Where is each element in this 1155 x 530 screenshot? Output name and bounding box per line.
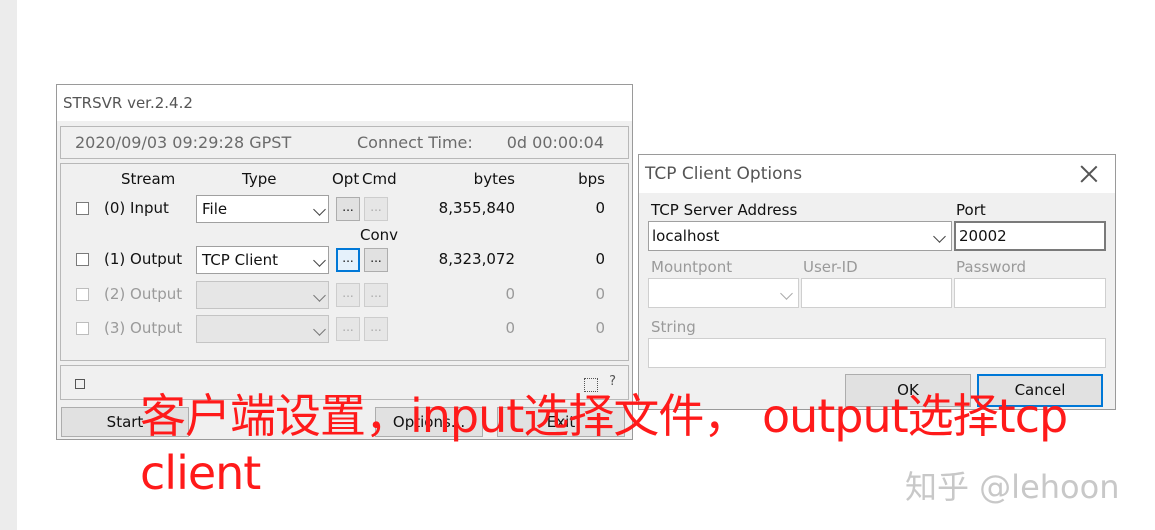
connect-time-label: Connect Time:: [357, 133, 473, 152]
stream-row-1: (1) Output TCP Client ... ... 8,323,072 …: [61, 245, 628, 275]
stream-checkbox-3[interactable]: [76, 322, 89, 335]
status-indicator-icon: [75, 379, 85, 389]
chevron-down-icon: [313, 289, 326, 302]
close-icon[interactable]: [1079, 163, 1099, 183]
cmd-button-0[interactable]: ...: [364, 197, 388, 221]
bytes-value-3: 0: [505, 319, 515, 337]
header-type: Type: [242, 170, 277, 188]
stream-checkbox-2[interactable]: [76, 288, 89, 301]
chevron-down-icon: [313, 254, 326, 267]
strsvr-title: STRSVR ver.2.4.2: [57, 85, 632, 121]
help-icon[interactable]: ?: [609, 374, 616, 389]
tcp-dialog-title: TCP Client Options: [639, 155, 1115, 193]
watermark: 知乎 @lehoon: [905, 468, 1120, 506]
mountpoint-combo[interactable]: [648, 278, 799, 308]
opt-button-3[interactable]: ...: [336, 317, 360, 341]
bps-value-0: 0: [595, 199, 605, 217]
header-bytes: bytes: [473, 170, 515, 188]
header-stream: Stream: [121, 170, 176, 188]
cmd-button-2[interactable]: ...: [364, 283, 388, 307]
password-label: Password: [956, 258, 1027, 276]
bps-value-1: 0: [595, 250, 605, 268]
tcp-client-options-dialog: TCP Client Options TCP Server Address Po…: [638, 154, 1116, 410]
left-edge-strip: [0, 0, 17, 530]
chevron-down-icon: [780, 287, 793, 300]
stream-type-value-0: File: [202, 200, 228, 218]
string-label: String: [651, 318, 696, 336]
string-field[interactable]: [648, 338, 1106, 368]
chevron-down-icon: [313, 203, 326, 216]
conv-label: Conv: [360, 226, 399, 244]
stream-type-value-1: TCP Client: [202, 251, 278, 269]
connect-time-value: 0d 00:00:04: [506, 133, 604, 152]
port-field[interactable]: 20002: [954, 221, 1106, 251]
password-field[interactable]: [954, 278, 1106, 308]
stream-type-select-2[interactable]: [196, 281, 329, 309]
chevron-down-icon: [313, 323, 326, 336]
cmd-button-3[interactable]: ...: [364, 317, 388, 341]
stream-type-select-3[interactable]: [196, 315, 329, 343]
strsvr-window: STRSVR ver.2.4.2 2020/09/03 09:29:28 GPS…: [56, 84, 633, 440]
opt-button-0[interactable]: ...: [336, 197, 360, 221]
bytes-value-0: 8,355,840: [438, 199, 515, 217]
header-bps: bps: [578, 170, 605, 188]
time-status-bar: 2020/09/03 09:29:28 GPST Connect Time: 0…: [60, 126, 629, 159]
port-label: Port: [956, 201, 986, 219]
userid-label: User-ID: [803, 258, 858, 276]
conv-button-1[interactable]: ...: [364, 248, 388, 272]
bps-value-3: 0: [595, 319, 605, 337]
header-opt: Opt: [332, 170, 360, 188]
header-cmd: Cmd: [362, 170, 397, 188]
stream-label-2: (2) Output: [104, 285, 183, 303]
userid-field[interactable]: [801, 278, 952, 308]
stream-type-select-0[interactable]: File: [196, 195, 329, 223]
server-address-value: localhost: [652, 227, 720, 245]
stream-row-0: (0) Input File ... ... 8,355,840 0: [61, 194, 628, 224]
bps-value-2: 0: [595, 285, 605, 303]
stream-row-2: (2) Output ... ... 0 0: [61, 280, 628, 310]
stream-checkbox-1[interactable]: [76, 253, 89, 266]
stream-row-3: (3) Output ... ... 0 0: [61, 314, 628, 344]
opt-button-1[interactable]: ...: [336, 248, 360, 272]
bytes-value-2: 0: [505, 285, 515, 303]
chevron-down-icon: [933, 230, 946, 243]
port-value: 20002: [959, 227, 1007, 245]
server-address-combo[interactable]: localhost: [648, 221, 952, 251]
server-address-label: TCP Server Address: [651, 201, 798, 219]
mountpoint-label: Mountpont: [651, 258, 733, 276]
stream-label-1: (1) Output: [104, 250, 183, 268]
opt-button-2[interactable]: ...: [336, 283, 360, 307]
bytes-value-1: 8,323,072: [438, 250, 515, 268]
stream-checkbox-0[interactable]: [76, 202, 89, 215]
stream-label-0: (0) Input: [104, 199, 169, 217]
gpst-datetime: 2020/09/03 09:29:28 GPST: [75, 133, 292, 152]
stream-panel: Stream Type Opt Cmd bytes bps (0) Input …: [60, 163, 629, 361]
stream-type-select-1[interactable]: TCP Client: [196, 246, 329, 274]
stream-label-3: (3) Output: [104, 319, 183, 337]
